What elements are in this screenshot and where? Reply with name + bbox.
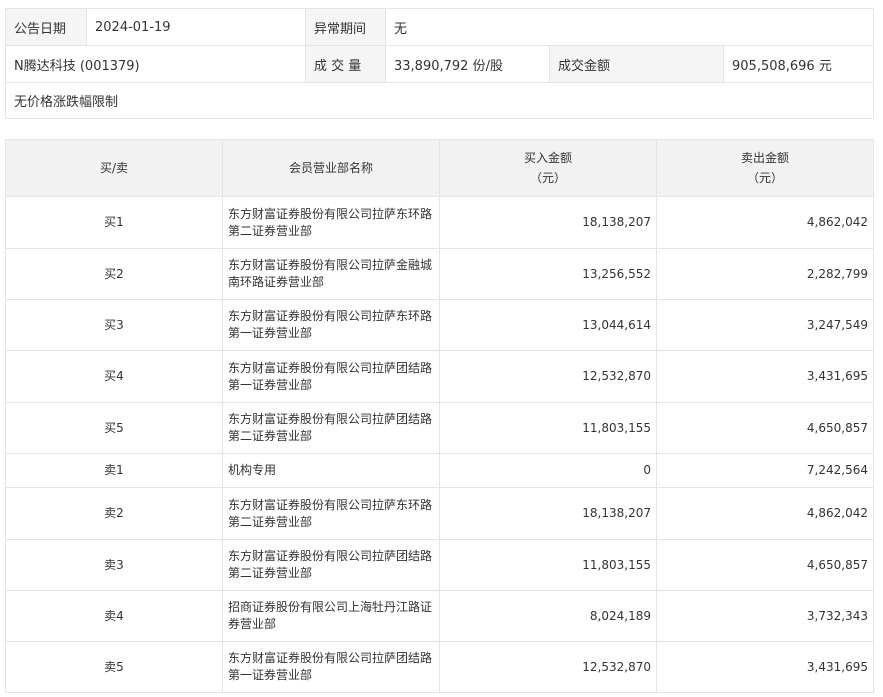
row-buy-amount: 11,803,155 (439, 540, 656, 590)
header-sell-amount: 卖出金额 （元） (656, 140, 873, 196)
row-side: 买2 (104, 266, 124, 281)
row-sell-amount: 4,862,042 (656, 197, 873, 248)
stock-name: N腾达科技 (001379) (14, 58, 140, 74)
broker-line1: 机构专用 (228, 463, 277, 477)
abnormal-period-value: 无 (385, 9, 873, 45)
header-side-label: 买/卖 (99, 161, 129, 175)
row-broker: 东方财富证券股份有限公司拉萨东环路 第二证券营业部 (222, 488, 439, 539)
header-buy-amount: 买入金额 （元） (439, 140, 656, 196)
broker-line1: 东方财富证券股份有限公司拉萨团结路 (228, 360, 433, 375)
header-sell-amount-label: 卖出金额 (740, 151, 789, 165)
broker-line1: 东方财富证券股份有限公司拉萨东环路 (228, 309, 433, 323)
row-broker: 东方财富证券股份有限公司拉萨团结路 第二证券营业部 (222, 403, 439, 453)
summary-row-date: 公告日期 2024-01-19 异常期间 无 (6, 9, 873, 46)
row-side: 卖5 (104, 659, 124, 674)
summary-row-note: 无价格涨跌幅限制 (6, 83, 873, 118)
row-buy-amount: 0 (439, 454, 656, 487)
summary-table: 公告日期 2024-01-19 异常期间 无 N腾达科技 (001379) 成 … (5, 8, 874, 119)
row-sell-amount: 7,242,564 (656, 454, 873, 487)
row-buy-amount: 11,803,155 (439, 403, 656, 453)
broker-line2: 第二证券营业部 (228, 566, 313, 580)
broker-line2: 第二证券营业部 (228, 514, 313, 529)
broker-line1: 东方财富证券股份有限公司拉萨团结路 (228, 412, 433, 426)
trading-detail-table: 买/卖 会员营业部名称 买入金额 （元） 卖出金额 （元） 买1 东方财富证券股… (5, 139, 874, 693)
broker-line2: 第一证券营业部 (228, 326, 313, 340)
row-side: 买5 (104, 420, 124, 435)
table-row: 卖3 东方财富证券股份有限公司拉萨团结路 第二证券营业部 11,803,155 4… (6, 540, 873, 591)
broker-line1: 东方财富证券股份有限公司拉萨东环路 (228, 497, 433, 512)
row-sell-amount: 4,650,857 (656, 540, 873, 590)
table-row: 买5 东方财富证券股份有限公司拉萨团结路 第二证券营业部 11,803,155 4… (6, 403, 873, 454)
announce-date-label: 公告日期 (6, 9, 86, 45)
header-buy-unit: （元） (529, 171, 566, 185)
broker-line2: 第二证券营业部 (228, 429, 313, 443)
row-side: 卖2 (104, 506, 124, 520)
table-row: 卖1 机构专用 0 7,242,564 (6, 454, 873, 488)
table-row: 买3 东方财富证券股份有限公司拉萨东环路 第一证券营业部 13,044,614 3… (6, 300, 873, 351)
amount-label: 成交金额 (549, 46, 723, 82)
row-broker: 东方财富证券股份有限公司拉萨东环路 第一证券营业部 (222, 300, 439, 350)
volume-value: 33,890,792 份/股 (385, 46, 549, 82)
row-side: 卖1 (104, 463, 124, 477)
row-broker: 招商证券股份有限公司上海牡丹江路证 券营业部 (222, 591, 439, 641)
header-buy-amount-label: 买入金额 (523, 151, 572, 165)
row-buy-amount: 12,532,870 (439, 351, 656, 402)
table-row: 卖2 东方财富证券股份有限公司拉萨东环路 第二证券营业部 18,138,207 4… (6, 488, 873, 540)
row-broker: 机构专用 (222, 454, 439, 487)
broker-line1: 东方财富证券股份有限公司拉萨金融城 (228, 258, 433, 272)
row-buy-amount: 12,532,870 (439, 642, 656, 692)
row-sell-amount: 4,650,857 (656, 403, 873, 453)
row-sell-amount: 4,862,042 (656, 488, 873, 539)
announce-date-value: 2024-01-19 (86, 9, 305, 45)
row-broker: 东方财富证券股份有限公司拉萨团结路 第一证券营业部 (222, 351, 439, 402)
header-broker: 会员营业部名称 (222, 140, 439, 196)
broker-line2: 第一证券营业部 (228, 377, 313, 392)
row-buy-amount: 18,138,207 (439, 197, 656, 248)
price-limit-note: 无价格涨跌幅限制 (14, 95, 119, 110)
row-side: 卖3 (104, 557, 124, 572)
row-side: 卖4 (104, 608, 124, 623)
row-sell-amount: 2,282,799 (656, 249, 873, 299)
row-buy-amount: 8,024,189 (439, 591, 656, 641)
table-row: 买1 东方财富证券股份有限公司拉萨东环路 第二证券营业部 18,138,207 4… (6, 197, 873, 249)
broker-line1: 东方财富证券股份有限公司拉萨团结路 (228, 549, 433, 563)
row-sell-amount: 3,431,695 (656, 642, 873, 692)
row-buy-amount: 13,256,552 (439, 249, 656, 299)
broker-line2: 第一证券营业部 (228, 668, 313, 682)
broker-line2: 券营业部 (228, 617, 277, 631)
volume-label: 成 交 量 (305, 46, 385, 82)
abnormal-period-label: 异常期间 (305, 9, 385, 45)
table-row: 买2 东方财富证券股份有限公司拉萨金融城 南环路证券营业部 13,256,552 … (6, 249, 873, 300)
row-side: 买4 (104, 369, 124, 383)
header-sell-unit: （元） (746, 171, 783, 185)
row-buy-amount: 18,138,207 (439, 488, 656, 539)
row-side: 买1 (104, 215, 124, 229)
row-broker: 东方财富证券股份有限公司拉萨团结路 第一证券营业部 (222, 642, 439, 692)
row-buy-amount: 13,044,614 (439, 300, 656, 350)
row-sell-amount: 3,732,343 (656, 591, 873, 641)
broker-line2: 南环路证券营业部 (228, 275, 325, 289)
row-broker: 东方财富证券股份有限公司拉萨东环路 第二证券营业部 (222, 197, 439, 248)
amount-value: 905,508,696 元 (723, 46, 873, 82)
row-broker: 东方财富证券股份有限公司拉萨金融城 南环路证券营业部 (222, 249, 439, 299)
row-broker: 东方财富证券股份有限公司拉萨团结路 第二证券营业部 (222, 540, 439, 590)
broker-line2: 第二证券营业部 (228, 223, 313, 238)
table-row: 卖4 招商证券股份有限公司上海牡丹江路证 券营业部 8,024,189 3,732… (6, 591, 873, 642)
row-side: 买3 (104, 317, 124, 332)
header-side: 买/卖 (6, 140, 222, 196)
row-sell-amount: 3,247,549 (656, 300, 873, 350)
row-sell-amount: 3,431,695 (656, 351, 873, 402)
table-row: 买4 东方财富证券股份有限公司拉萨团结路 第一证券营业部 12,532,870 3… (6, 351, 873, 403)
summary-row-volume: N腾达科技 (001379) 成 交 量 33,890,792 份/股 成交金额… (6, 46, 873, 83)
broker-line1: 东方财富证券股份有限公司拉萨东环路 (228, 206, 433, 221)
broker-line1: 招商证券股份有限公司上海牡丹江路证 (228, 600, 433, 614)
table-row: 卖5 东方财富证券股份有限公司拉萨团结路 第一证券营业部 12,532,870 3… (6, 642, 873, 693)
header-broker-label: 会员营业部名称 (288, 161, 373, 175)
broker-line1: 东方财富证券股份有限公司拉萨团结路 (228, 651, 433, 665)
table-header: 买/卖 会员营业部名称 买入金额 （元） 卖出金额 （元） (6, 140, 873, 197)
